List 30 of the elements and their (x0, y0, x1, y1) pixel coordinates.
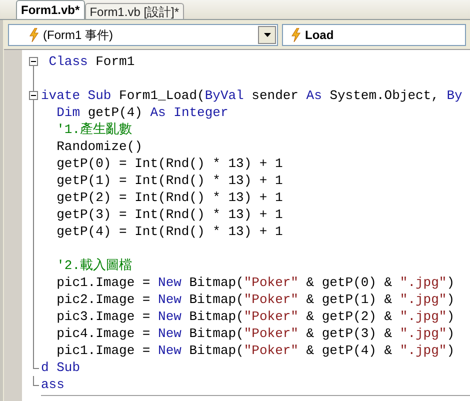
code-line: pic4.Image = New Bitmap("Poker" & getP(3) & ".jpg") (56, 325, 455, 342)
code-line: pic2.Image = New Bitmap("Poker" & getP(1) & ".jpg") (56, 291, 455, 308)
caret-icon (264, 33, 270, 37)
collapse-icon[interactable] (29, 57, 38, 66)
code-line: ivate Sub Form1_Load(ByVal sender As System.Object, By (41, 87, 462, 104)
code-line: pic1.Image = New Bitmap("Poker" & getP(0) & ".jpg") (56, 274, 455, 291)
lightning-icon (291, 28, 301, 42)
lightning-icon (29, 28, 39, 42)
collapse-icon[interactable] (29, 91, 38, 100)
code-line: Class Form1 (48, 53, 135, 70)
dropdown-arrow-button[interactable] (258, 26, 276, 44)
code-line: getP(3) = Int(Rnd() * 13) + 1 (56, 206, 283, 223)
code-line: d Sub (41, 359, 80, 376)
code-line: getP(2) = Int(Rnd() * 13) + 1 (56, 189, 283, 206)
code-line: '2.載入圖檔 (56, 257, 132, 274)
code-line: Dim getP(4) As Integer (56, 104, 228, 121)
code-line: pic3.Image = New Bitmap("Poker" & getP(2) & ".jpg") (56, 308, 455, 325)
code-line: pic1.Image = New Bitmap("Poker" & getP(4) & ".jpg") (56, 342, 455, 359)
code-line: ass (41, 376, 64, 393)
event-dropdown-value: Load (305, 27, 334, 44)
code-line: '1.產生亂數 (56, 121, 132, 138)
object-dropdown[interactable]: (Form1 事件) (8, 24, 278, 46)
code-line: Randomize() (56, 138, 142, 155)
code-line: getP(1) = Int(Rnd() * 13) + 1 (56, 172, 283, 189)
event-dropdown[interactable]: Load (282, 24, 466, 46)
editor-tab[interactable]: Form1.vb [設計]* (84, 3, 184, 19)
object-dropdown-value: (Form1 事件) (43, 27, 114, 44)
code-line: getP(0) = Int(Rnd() * 13) + 1 (56, 155, 283, 172)
editor-tab[interactable]: Form1.vb* (16, 0, 85, 19)
code-line: getP(4) = Int(Rnd() * 13) + 1 (56, 223, 283, 240)
